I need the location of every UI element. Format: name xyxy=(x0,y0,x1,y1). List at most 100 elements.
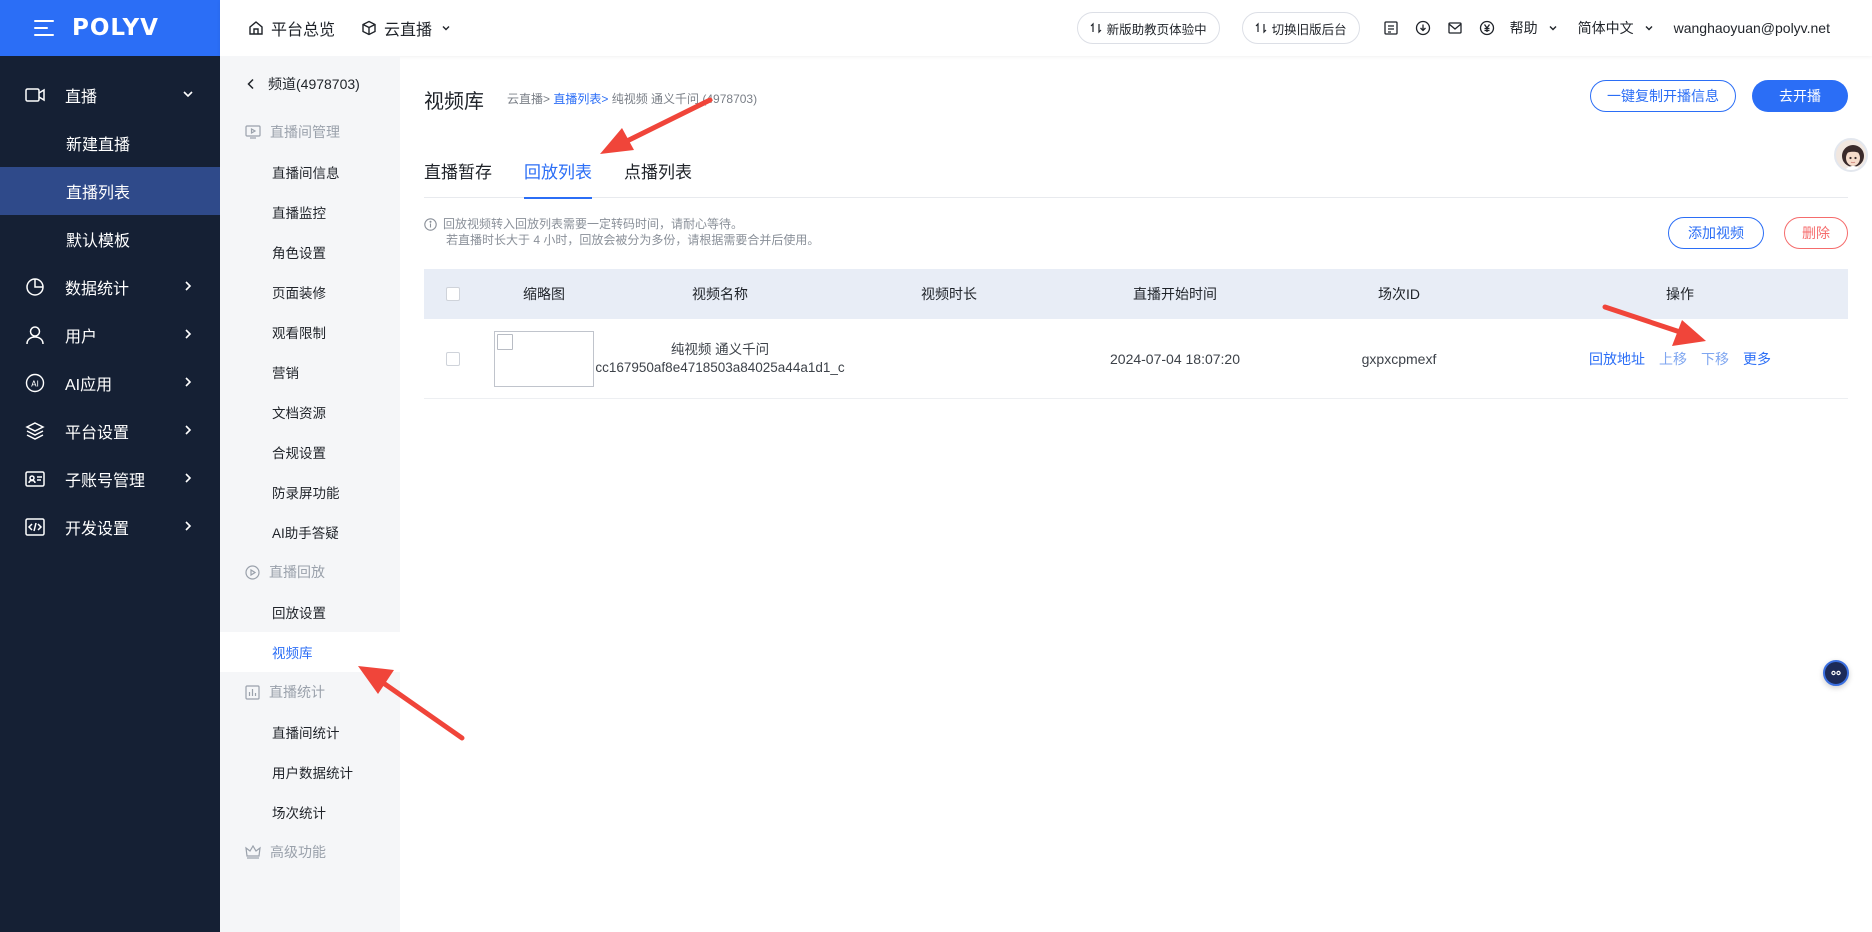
nav-cloud-live[interactable]: 云直播 xyxy=(361,16,458,40)
col-start-time: 直播开始时间 xyxy=(1133,286,1217,302)
group-title: 高级功能 xyxy=(270,844,326,860)
id-card-icon xyxy=(24,468,46,490)
code-icon xyxy=(24,516,46,538)
language-menu[interactable]: 简体中文 xyxy=(1578,18,1654,38)
ai-chat-float-button[interactable] xyxy=(1823,660,1849,686)
cube-icon xyxy=(362,20,376,36)
chevron-right-icon xyxy=(182,279,194,297)
subnav-item-video-library[interactable]: 视频库 xyxy=(220,632,400,672)
col-duration: 视频时长 xyxy=(921,286,977,302)
subnav-item-docs[interactable]: 文档资源 xyxy=(220,392,400,432)
pie-chart-icon xyxy=(24,276,46,298)
user-email: wanghaoyuan@polyv.net xyxy=(1673,20,1830,36)
subnav-group-room-management: 直播间管理 xyxy=(220,112,400,152)
group-title: 直播统计 xyxy=(269,684,325,700)
actions-cell: 回放地址 上移 下移 更多 xyxy=(1512,349,1848,369)
notice-line-1: 回放视频转入回放列表需要一定转码时间，请耐心等待。 xyxy=(443,217,744,231)
sidebar-item-ai[interactable]: AI AI应用 xyxy=(0,359,220,407)
sidebar-item-live[interactable]: 直播 xyxy=(0,71,220,119)
delete-button[interactable]: 删除 xyxy=(1784,217,1848,249)
video-title: 纯视频 通义千问 xyxy=(670,341,770,357)
sidebar-item-users[interactable]: 用户 xyxy=(0,311,220,359)
subnav-item-user-stats[interactable]: 用户数据统计 xyxy=(220,752,400,792)
language-label: 简体中文 xyxy=(1577,20,1634,36)
robot-eyes-icon xyxy=(1831,670,1841,676)
tab-vod-list[interactable]: 点播列表 xyxy=(624,158,692,198)
menu-toggle-icon[interactable] xyxy=(34,20,54,36)
subnav-item-marketing[interactable]: 营销 xyxy=(220,352,400,392)
subnav-item-compliance[interactable]: 合规设置 xyxy=(220,432,400,472)
chevron-right-icon xyxy=(182,327,194,345)
subnav-item-page-decor[interactable]: 页面装修 xyxy=(220,272,400,312)
tab-replay-list[interactable]: 回放列表 xyxy=(524,158,592,199)
sidebar-item-live-list[interactable]: 直播列表 xyxy=(0,167,220,215)
download-icon[interactable] xyxy=(1414,19,1432,37)
sidebar-item-label: 用户 xyxy=(65,329,98,346)
svg-text:AI: AI xyxy=(31,380,39,389)
row-checkbox[interactable] xyxy=(446,351,460,366)
page-title: 视频库 xyxy=(424,91,484,113)
subnav-item-roles[interactable]: 角色设置 xyxy=(220,232,400,272)
nav-overview[interactable]: 平台总览 xyxy=(248,16,335,40)
header-right: 新版助教页体验中 切换旧版后台 帮助 简体中文 wanghaoyuan@poly… xyxy=(1076,0,1872,56)
subnav-item-ai-assistant[interactable]: AI助手答疑 xyxy=(220,512,400,552)
replay-table: 缩略图 视频名称 视频时长 直播开始时间 场次ID 操作 纯视频 通义千问 cc… xyxy=(424,269,1848,399)
sidebar-item-label: 直播 xyxy=(65,89,98,106)
back-to-channel-button[interactable]: 频道(4978703) xyxy=(220,56,400,112)
document-icon[interactable] xyxy=(1382,19,1400,37)
switch-icon xyxy=(1090,22,1101,34)
sidebar-item-new-live[interactable]: 新建直播 xyxy=(0,119,220,167)
new-assistant-page-button[interactable]: 新版助教页体验中 xyxy=(1076,12,1220,44)
select-all-checkbox[interactable] xyxy=(446,287,460,301)
subnav-item-live-monitor[interactable]: 直播监控 xyxy=(220,192,400,232)
home-icon xyxy=(249,21,263,35)
breadcrumb-cloud-live[interactable]: 云直播> xyxy=(507,92,550,106)
start-time-cell: 2024-07-04 18:07:20 xyxy=(1110,350,1240,367)
table-row: 纯视频 通义千问 cc167950af8e4718503a84025a44a1d… xyxy=(424,319,1848,399)
add-video-button[interactable]: 添加视频 xyxy=(1668,217,1764,249)
tab-live-draft[interactable]: 直播暂存 xyxy=(424,158,492,198)
thumbnail-cell xyxy=(482,330,606,387)
layers-icon xyxy=(24,420,46,442)
channel-label: 频道(4978703) xyxy=(268,76,360,92)
yuan-icon[interactable] xyxy=(1478,19,1496,37)
nav-cloud-live-label: 云直播 xyxy=(384,22,433,39)
chevron-right-icon xyxy=(182,471,194,489)
polyv-logo[interactable]: POLYV xyxy=(72,15,159,41)
subnav-group-replay: 直播回放 xyxy=(220,552,400,592)
sidebar-item-dev-settings[interactable]: 开发设置 xyxy=(0,503,220,551)
sidebar-item-label: 开发设置 xyxy=(65,521,130,538)
subnav-item-room-info[interactable]: 直播间信息 xyxy=(220,152,400,192)
sidebar-item-stats[interactable]: 数据统计 xyxy=(0,263,220,311)
subnav-item-watch-limit[interactable]: 观看限制 xyxy=(220,312,400,352)
video-thumbnail[interactable] xyxy=(494,330,594,387)
breadcrumb-live-list[interactable]: 直播列表> xyxy=(553,92,608,106)
group-title: 直播间管理 xyxy=(270,124,340,140)
user-account-menu[interactable]: wanghaoyuan@polyv.net xyxy=(1674,20,1830,36)
mail-icon[interactable] xyxy=(1446,19,1464,37)
new-assistant-page-label: 新版助教页体验中 xyxy=(1106,22,1207,37)
replay-url-link[interactable]: 回放地址 xyxy=(1589,349,1645,369)
sidebar-item-default-template[interactable]: 默认模板 xyxy=(0,215,220,263)
subnav-item-anti-record[interactable]: 防录屏功能 xyxy=(220,472,400,512)
copy-live-info-button[interactable]: 一键复制开播信息 xyxy=(1590,80,1736,112)
subnav-item-session-stats[interactable]: 场次统计 xyxy=(220,792,400,832)
video-tabs: 直播暂存 回放列表 点播列表 xyxy=(424,158,1848,199)
col-video-name: 视频名称 xyxy=(692,286,748,302)
chevron-left-icon xyxy=(247,78,254,90)
go-live-button[interactable]: 去开播 xyxy=(1752,80,1848,112)
more-link[interactable]: 更多 xyxy=(1743,349,1771,369)
subnav-item-room-stats[interactable]: 直播间统计 xyxy=(220,712,400,752)
help-label: 帮助 xyxy=(1509,20,1538,36)
sidebar-item-sub-accounts[interactable]: 子账号管理 xyxy=(0,455,220,503)
sidebar-item-label: 数据统计 xyxy=(65,281,130,298)
switch-old-admin-button[interactable]: 切换旧版后台 xyxy=(1241,12,1360,44)
move-down-link[interactable]: 下移 xyxy=(1701,349,1729,369)
top-nav: 平台总览 云直播 xyxy=(248,16,484,40)
sidebar-item-platform-settings[interactable]: 平台设置 xyxy=(0,407,220,455)
help-menu[interactable]: 帮助 xyxy=(1510,18,1558,38)
info-icon xyxy=(424,217,437,231)
move-up-link[interactable]: 上移 xyxy=(1659,349,1687,369)
subnav-item-replay-settings[interactable]: 回放设置 xyxy=(220,592,400,632)
live-camera-icon xyxy=(24,84,46,106)
